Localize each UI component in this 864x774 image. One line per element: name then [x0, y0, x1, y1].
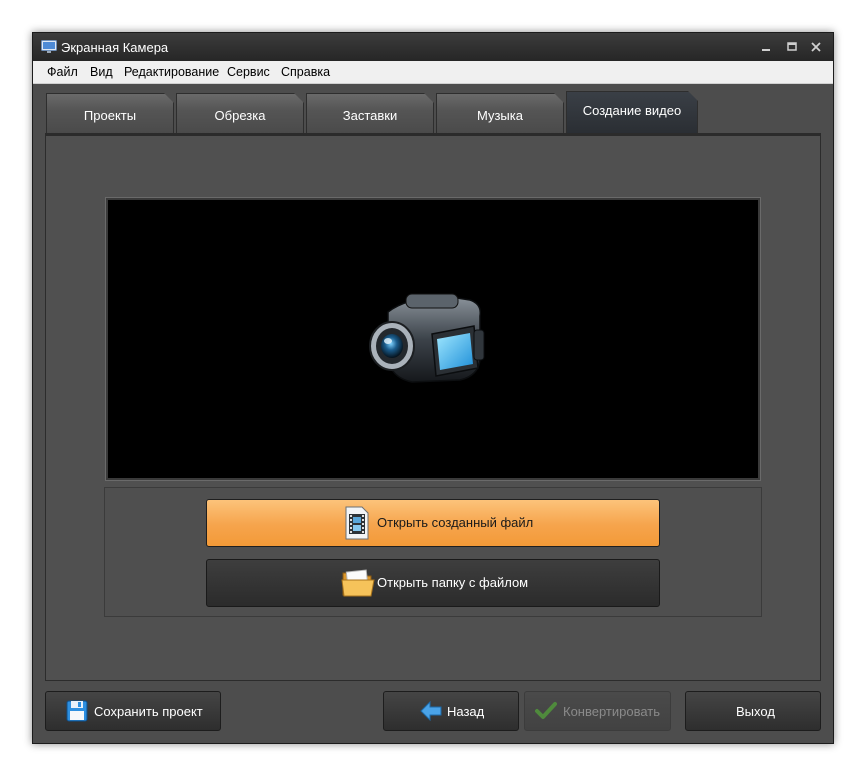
menu-file[interactable]: Файл: [47, 65, 78, 79]
open-folder-button[interactable]: Открыть папку с файлом: [206, 559, 660, 607]
result-actions-panel: Открыть созданный файл Открыть папку с ф…: [104, 487, 762, 617]
close-icon: [811, 42, 821, 52]
monitor-icon: [41, 40, 57, 53]
open-created-file-button[interactable]: Открыть созданный файл: [206, 499, 660, 547]
open-created-file-label: Открыть созданный файл: [377, 515, 534, 530]
video-camera-icon: [369, 293, 485, 383]
menu-edit[interactable]: Редактирование: [124, 65, 219, 79]
floppy-disk-icon: [66, 700, 88, 722]
convert-label: Конвертировать: [563, 704, 661, 719]
tab-trim[interactable]: Обрезка: [176, 93, 304, 134]
back-button[interactable]: Назад: [383, 691, 519, 731]
convert-button[interactable]: Конвертировать: [524, 691, 671, 731]
tab-intros[interactable]: Заставки: [306, 93, 434, 134]
checkmark-icon: [535, 702, 557, 719]
open-folder-label: Открыть папку с файлом: [377, 575, 529, 590]
save-project-label: Сохранить проект: [94, 704, 203, 719]
folder-icon: [341, 569, 375, 597]
app-window: Экранная Камера Файл Вид Редактирование …: [32, 32, 834, 744]
tab-create-video[interactable]: Создание видео: [566, 91, 698, 134]
tab-music[interactable]: Музыка: [436, 93, 564, 134]
exit-label: Выход: [736, 704, 775, 719]
minimize-icon: [762, 49, 770, 51]
maximize-icon: [787, 42, 797, 51]
tab-projects[interactable]: Проекты: [46, 93, 174, 134]
video-preview: [105, 197, 761, 481]
exit-button[interactable]: Выход: [685, 691, 821, 731]
back-label: Назад: [447, 704, 485, 719]
menu-help[interactable]: Справка: [281, 65, 330, 79]
window-title: Экранная Камера: [61, 40, 169, 55]
title-bar[interactable]: Экранная Камера: [33, 33, 833, 61]
close-button[interactable]: [805, 37, 827, 57]
menu-bar: Файл Вид Редактирование Сервис Справка: [33, 61, 833, 84]
maximize-button[interactable]: [781, 37, 803, 57]
minimize-button[interactable]: [755, 37, 777, 57]
menu-view[interactable]: Вид: [90, 65, 113, 79]
arrow-left-icon: [420, 701, 442, 721]
menu-service[interactable]: Сервис: [227, 65, 270, 79]
film-file-icon: [345, 506, 369, 540]
save-project-button[interactable]: Сохранить проект: [45, 691, 221, 731]
create-video-panel: Открыть созданный файл Открыть папку с ф…: [45, 136, 821, 681]
